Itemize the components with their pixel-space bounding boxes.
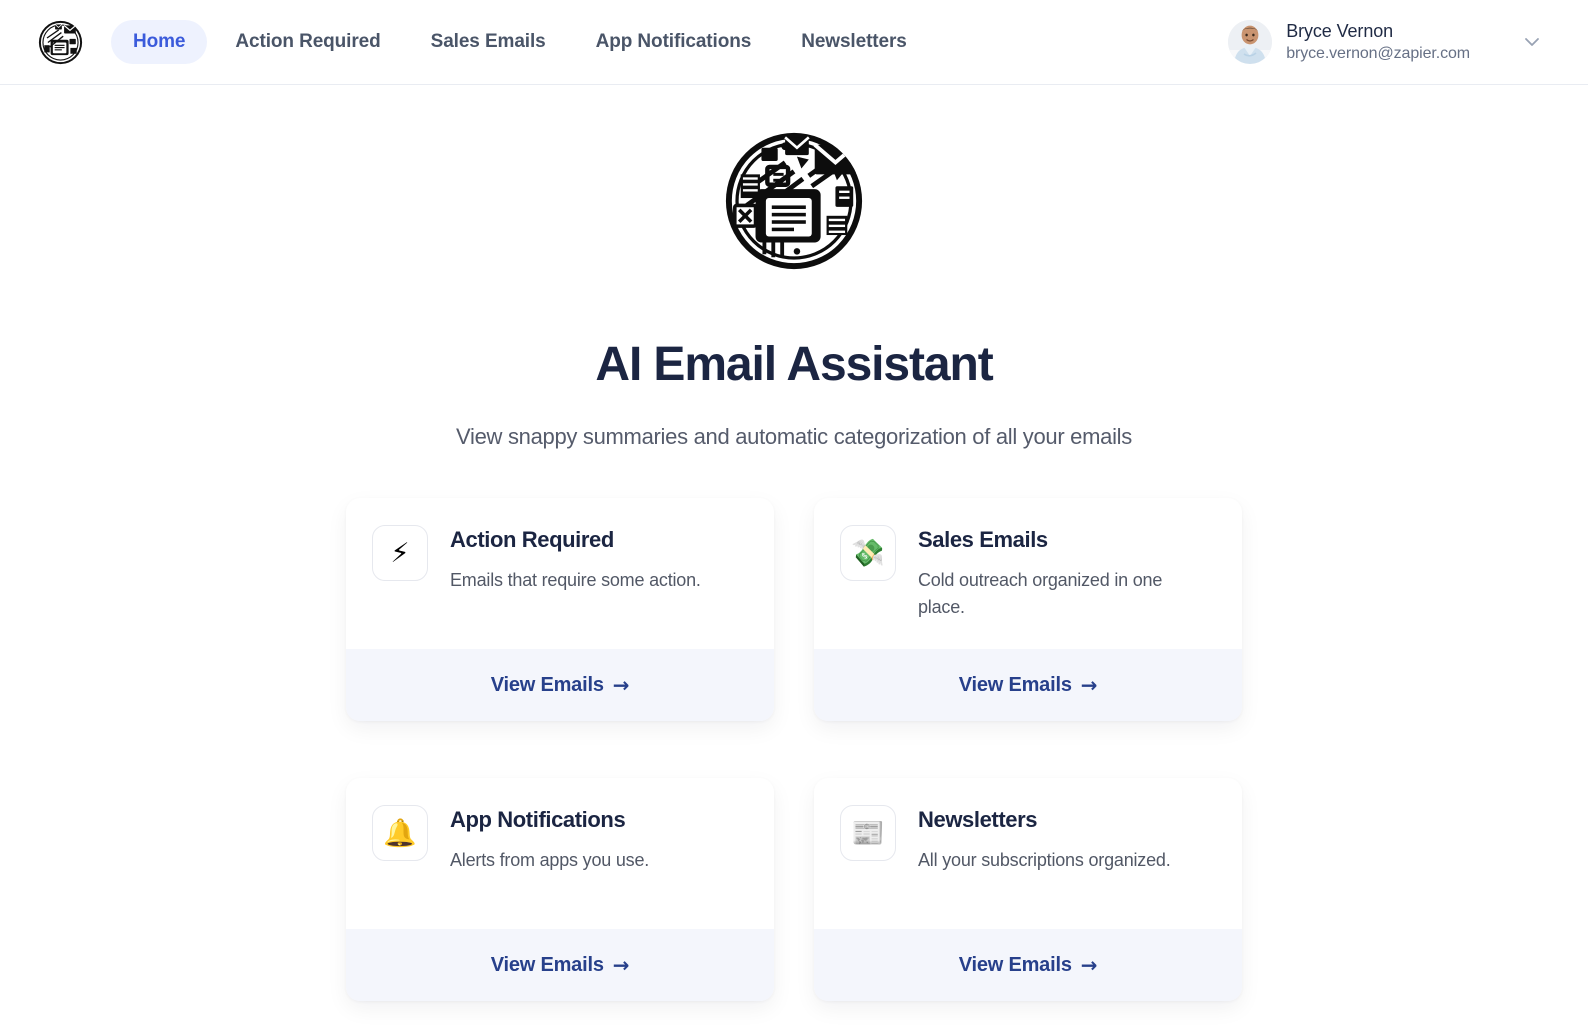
email-assistant-logo-icon	[720, 127, 868, 275]
card-title: Newsletters	[918, 807, 1038, 832]
user-account-menu[interactable]: Bryce Vernon bryce.vernon@zapier.com	[1228, 20, 1564, 64]
card-description: All your subscriptions organized.	[918, 850, 1171, 870]
nav-item-app-notifications[interactable]: App Notifications	[574, 20, 774, 64]
card-description: Emails that require some action.	[450, 570, 701, 590]
main-nav-links: Home Action Required Sales Emails App No…	[111, 20, 929, 64]
card-description: Alerts from apps you use.	[450, 850, 650, 870]
card-description: Cold outreach organized in one place.	[918, 570, 1163, 617]
category-card-action-required[interactable]: ⚡ Action Required Emails that require so…	[346, 498, 774, 721]
chevron-down-icon[interactable]	[1522, 32, 1542, 52]
nav-item-sales-emails[interactable]: Sales Emails	[409, 20, 568, 64]
category-card-grid: ⚡ Action Required Emails that require so…	[346, 498, 1242, 1001]
card-body: 🔔 App Notifications Alerts from apps you…	[346, 778, 774, 929]
card-footer[interactable]: View Emails →	[346, 929, 774, 1001]
user-email-label: bryce.vernon@zapier.com	[1286, 45, 1470, 62]
nav-item-home[interactable]: Home	[111, 20, 208, 64]
arrow-right-icon: →	[1080, 953, 1098, 977]
card-text: Action Required Emails that require some…	[450, 525, 701, 629]
view-emails-link[interactable]: View Emails →	[959, 674, 1098, 697]
card-text: Newsletters All your subscriptions organ…	[918, 805, 1171, 909]
user-name-label: Bryce Vernon	[1286, 21, 1394, 41]
hero-section: AI Email Assistant View snappy summaries…	[0, 85, 1588, 1001]
arrow-right-icon: →	[612, 953, 630, 977]
user-avatar-photo	[1228, 20, 1273, 64]
card-text: Sales Emails Cold outreach organized in …	[918, 525, 1190, 629]
view-emails-link[interactable]: View Emails →	[491, 674, 630, 697]
card-title: Sales Emails	[918, 527, 1048, 552]
view-emails-label: View Emails	[490, 953, 604, 976]
arrow-right-icon: →	[612, 673, 630, 697]
arrow-right-icon: →	[1080, 673, 1098, 697]
nav-item-action-required[interactable]: Action Required	[213, 20, 402, 64]
money-with-wings-icon: 💸	[840, 525, 896, 581]
high-voltage-icon: ⚡	[372, 525, 428, 581]
category-card-app-notifications[interactable]: 🔔 App Notifications Alerts from apps you…	[346, 778, 774, 1001]
card-footer[interactable]: View Emails →	[346, 649, 774, 721]
card-body: 💸 Sales Emails Cold outreach organized i…	[814, 498, 1242, 649]
card-body: ⚡ Action Required Emails that require so…	[346, 498, 774, 649]
bell-icon: 🔔	[372, 805, 428, 861]
card-title: Action Required	[450, 527, 614, 552]
view-emails-label: View Emails	[958, 953, 1072, 976]
view-emails-label: View Emails	[958, 673, 1072, 696]
card-body: 📰 Newsletters All your subscriptions org…	[814, 778, 1242, 929]
view-emails-link[interactable]: View Emails →	[959, 954, 1098, 977]
category-card-newsletters[interactable]: 📰 Newsletters All your subscriptions org…	[814, 778, 1242, 1001]
card-footer[interactable]: View Emails →	[814, 649, 1242, 721]
page-subtitle: View snappy summaries and automatic cate…	[456, 424, 1132, 449]
top-navigation-bar: Home Action Required Sales Emails App No…	[0, 0, 1588, 85]
card-footer[interactable]: View Emails →	[814, 929, 1242, 1001]
page-title: AI Email Assistant	[595, 338, 993, 391]
newspaper-icon: 📰	[840, 805, 896, 861]
card-text: App Notifications Alerts from apps you u…	[450, 805, 649, 909]
nav-item-newsletters[interactable]: Newsletters	[779, 20, 929, 64]
category-card-sales-emails[interactable]: 💸 Sales Emails Cold outreach organized i…	[814, 498, 1242, 721]
card-title: App Notifications	[450, 807, 626, 832]
view-emails-link[interactable]: View Emails →	[491, 954, 630, 977]
view-emails-label: View Emails	[490, 673, 604, 696]
email-assistant-logo-icon[interactable]	[38, 20, 83, 65]
